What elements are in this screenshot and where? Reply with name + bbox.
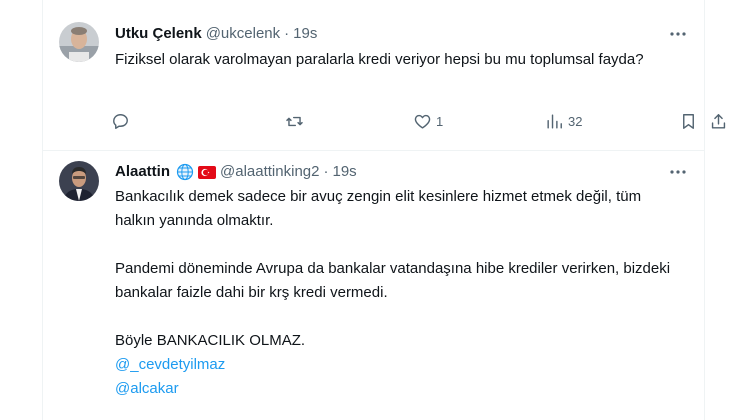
- heart-icon: [414, 114, 431, 129]
- separator: ·: [284, 25, 290, 42]
- like-count: 1: [436, 113, 444, 129]
- timeline: Utku Çelenk @ukcelenk · 19s Fiziksel ola…: [42, 0, 726, 420]
- tweet-header: Utku Çelenk @ukcelenk · 19s: [115, 24, 317, 44]
- tweet[interactable]: Alaattin @alaattinking2 · 19s Bankacılık…: [43, 151, 704, 420]
- like-button[interactable]: 1: [413, 106, 443, 136]
- timestamp[interactable]: 19s: [293, 24, 317, 44]
- bookmark-button[interactable]: [679, 106, 698, 136]
- views-count: 32: [568, 113, 583, 129]
- views-icon: [547, 113, 562, 129]
- user-handle[interactable]: @alaattinking2: [220, 162, 319, 182]
- display-name[interactable]: Alaattin: [115, 162, 170, 182]
- views-button[interactable]: 32: [545, 106, 582, 136]
- tweet-text: Fiziksel olarak varolmayan paralarla kre…: [115, 51, 644, 68]
- tweet-paragraph: Bankacılık demek sadece bir avuç zengin …: [115, 188, 642, 229]
- action-bar: 1 32: [113, 106, 726, 136]
- share-button[interactable]: [709, 106, 728, 136]
- retweet-icon: [286, 116, 303, 126]
- turkey-flag-icon: [198, 165, 217, 179]
- reply-button[interactable]: [111, 106, 134, 136]
- more-icon[interactable]: [668, 162, 688, 182]
- tweet-text: Bankacılık demek sadece bir avuç zengin …: [115, 185, 685, 401]
- bookmark-icon: [683, 113, 694, 129]
- share-icon: [711, 113, 726, 129]
- tweet-paragraph: Böyle BANKACILIK OLMAZ.: [115, 332, 306, 349]
- tweet-header: Alaattin @alaattinking2 · 19s: [115, 162, 357, 182]
- globe-icon: [176, 163, 194, 181]
- display-name[interactable]: Utku Çelenk: [115, 24, 202, 44]
- timestamp[interactable]: 19s: [332, 162, 356, 182]
- separator: ·: [323, 163, 329, 180]
- mention-link[interactable]: @_cevdetyilmaz: [115, 353, 685, 377]
- reply-icon: [113, 113, 128, 129]
- avatar[interactable]: [59, 161, 99, 201]
- avatar[interactable]: [59, 22, 99, 62]
- tweet-paragraph: Pandemi döneminde Avrupa da bankalar vat…: [115, 260, 671, 301]
- tweet[interactable]: Utku Çelenk @ukcelenk · 19s Fiziksel ola…: [43, 0, 726, 151]
- retweet-button[interactable]: [285, 106, 308, 136]
- more-icon[interactable]: [668, 24, 688, 44]
- user-handle[interactable]: @ukcelenk: [206, 24, 280, 44]
- mention-link[interactable]: @alcakar: [115, 377, 685, 401]
